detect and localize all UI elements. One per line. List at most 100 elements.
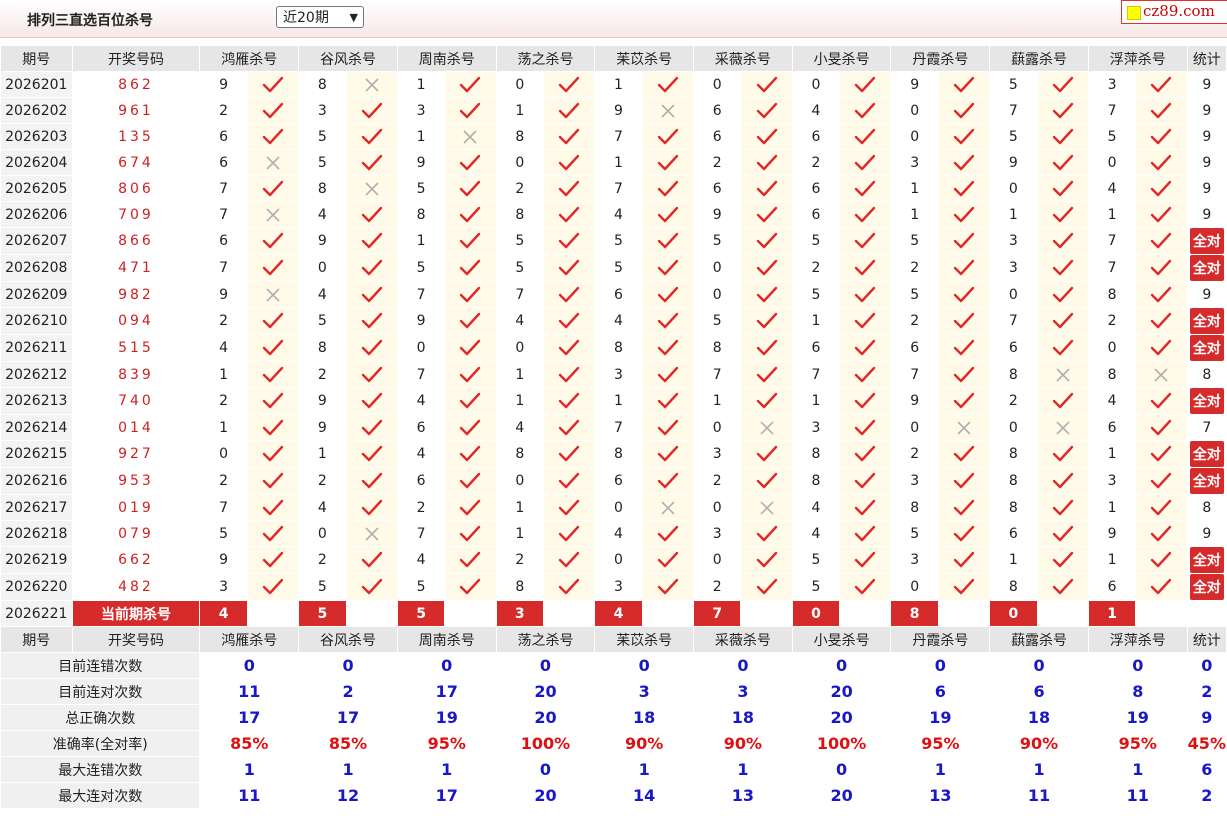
row-issue: 2026206 <box>0 201 73 228</box>
kill-result <box>345 494 398 521</box>
period-select[interactable]: 近20期 ▼ <box>276 6 364 28</box>
kill-result <box>1135 201 1188 228</box>
summary-row: 最大连对次数 11 12 17 20 14 13 20 13 11 11 2 <box>0 782 1227 809</box>
check-icon <box>262 445 284 462</box>
summary-row: 总正确次数 17 17 19 20 18 18 20 19 18 19 9 <box>0 704 1227 731</box>
kill-number: 9 <box>199 281 248 308</box>
check-icon <box>558 312 580 329</box>
row-stat: 9 <box>1186 149 1227 176</box>
kill-number: 8 <box>594 440 643 468</box>
kill-number: 3 <box>989 254 1038 282</box>
kill-number: 6 <box>199 123 248 150</box>
kill-result <box>839 97 892 124</box>
kill-number: 6 <box>594 281 643 308</box>
kill-number: 5 <box>890 281 939 308</box>
kill-result <box>740 440 793 468</box>
kill-result <box>444 307 497 335</box>
kill-number: 8 <box>989 440 1038 468</box>
kill-number: 2 <box>890 307 939 335</box>
kill-number: 0 <box>495 149 544 176</box>
kill-result <box>246 573 300 601</box>
check-icon <box>361 551 382 568</box>
kill-number: 8 <box>298 71 347 98</box>
kill-number: 6 <box>989 520 1038 547</box>
check-icon <box>361 339 382 356</box>
kill-number: 9 <box>298 227 347 255</box>
col-draw-header: 开奖号码 <box>71 45 201 72</box>
col-expert-header: 苿苡杀号 <box>594 45 695 72</box>
kill-result <box>246 414 300 441</box>
summary-label: 最大连错次数 <box>0 756 201 783</box>
check-icon <box>953 232 975 249</box>
row-issue: 2026210 <box>0 307 73 335</box>
kill-result <box>246 149 300 176</box>
kill-result <box>839 71 892 98</box>
col-expert-header: 鸿雁杀号 <box>199 45 300 72</box>
check-icon <box>855 180 876 196</box>
kill-number: 4 <box>396 387 446 415</box>
kill-number: 9 <box>298 414 347 441</box>
kill-number: 1 <box>1087 440 1137 468</box>
kill-number: 1 <box>890 201 939 228</box>
kill-number: 1 <box>791 387 841 415</box>
kill-result <box>1135 414 1188 441</box>
current-kill-number: 8 <box>890 600 939 627</box>
kill-number: 5 <box>791 573 841 601</box>
cross-icon <box>661 103 675 118</box>
table-header-row: 期号 开奖号码 鸿雁杀号 谷风杀号 周南杀号 荡之杀号 苿苡杀号 采薇杀号 小旻杀号 丹霞杀号 蕻露… <box>0 45 1227 72</box>
summary-value: 18 <box>693 704 793 731</box>
kill-number: 3 <box>890 467 939 495</box>
check-icon <box>361 419 382 435</box>
col-draw-header: 开奖号码 <box>71 626 201 653</box>
kill-result <box>1036 520 1089 547</box>
check-icon <box>657 286 679 302</box>
kill-number: 6 <box>396 414 446 441</box>
kill-result <box>937 414 991 441</box>
cross-icon <box>266 207 280 222</box>
current-row: 2026221 当前期杀号 4 5 5 3 4 7 0 8 0 1 <box>0 600 1227 627</box>
check-icon <box>1151 525 1172 541</box>
kill-number: 4 <box>396 546 446 574</box>
kill-number: 0 <box>890 97 939 124</box>
kill-result <box>542 97 596 124</box>
row-issue: 2026214 <box>0 414 73 441</box>
kill-result <box>345 227 398 255</box>
kill-result <box>1135 494 1188 521</box>
kill-number: 7 <box>890 361 939 388</box>
kill-result <box>542 494 596 521</box>
check-icon <box>1052 154 1073 170</box>
summary-value: 19 <box>890 704 991 731</box>
summary-value: 95% <box>890 730 991 757</box>
kill-result <box>937 71 991 98</box>
current-stat-spacer <box>1186 600 1227 627</box>
summary-value: 100% <box>791 730 892 757</box>
check-icon <box>657 366 679 382</box>
kill-number: 2 <box>396 494 446 521</box>
check-icon <box>262 128 284 144</box>
check-icon <box>756 102 777 118</box>
kill-number: 8 <box>298 334 347 362</box>
check-icon <box>855 259 876 276</box>
kill-result <box>444 573 497 601</box>
kill-result <box>345 97 398 124</box>
table-row: 2026220 482 3 5 5 8 3 2 5 0 8 6 全对 <box>0 573 1227 601</box>
check-icon <box>460 551 481 568</box>
kill-number: 0 <box>199 440 248 468</box>
kill-number: 2 <box>199 387 248 415</box>
kill-number: 4 <box>298 201 347 228</box>
kill-result <box>839 546 892 574</box>
kill-number: 9 <box>298 387 347 415</box>
kill-number-table: 期号 开奖号码 鸿雁杀号 谷风杀号 周南杀号 荡之杀号 苿苡杀号 采薇杀号 小旻杀号 丹霞杀号 蕻露… <box>0 45 1227 809</box>
kill-number: 2 <box>495 546 544 574</box>
kill-result <box>740 281 793 308</box>
check-icon <box>558 286 580 302</box>
kill-number: 6 <box>791 201 841 228</box>
kill-number: 7 <box>594 175 643 202</box>
brand-logo[interactable]: cz89.com <box>1121 0 1227 24</box>
kill-number: 0 <box>890 573 939 601</box>
check-icon <box>361 259 382 276</box>
kill-number: 2 <box>199 307 248 335</box>
kill-result <box>345 546 398 574</box>
kill-result <box>444 334 497 362</box>
row-issue: 2026219 <box>0 546 73 574</box>
